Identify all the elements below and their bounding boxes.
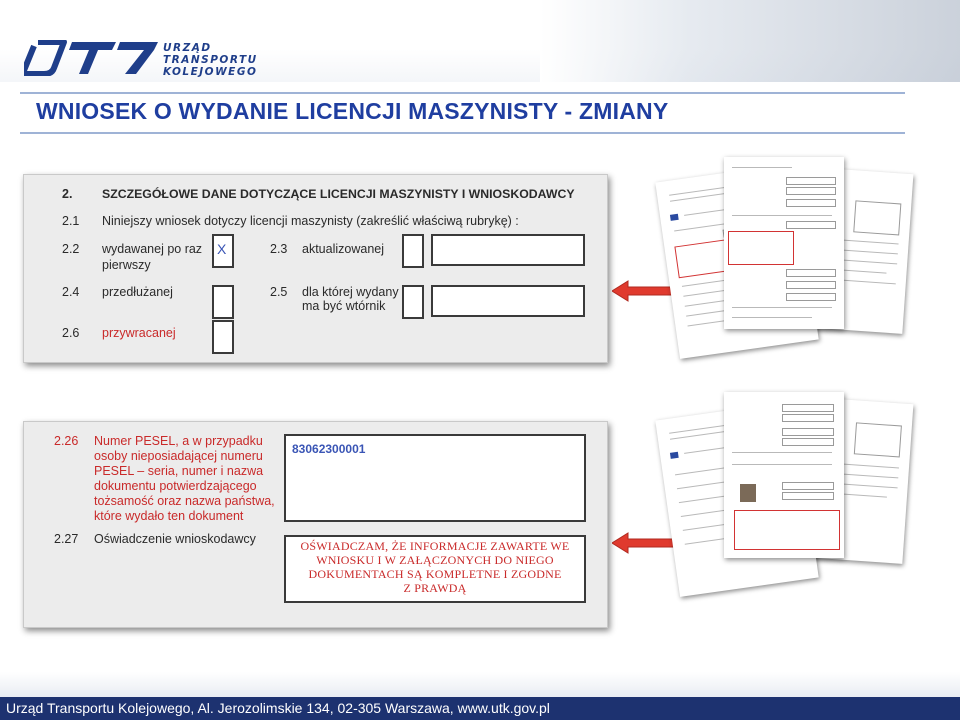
declaration-line-3: DOKUMENTACH SĄ KOMPLETNE I ZGODNE [308, 567, 562, 581]
row-2-3-text: aktualizowanej [302, 242, 384, 256]
form-excerpt-pesel-declaration: 2.26 Numer PESEL, a w przypadku osoby ni… [23, 421, 608, 628]
checkbox-first-issue: X [212, 234, 234, 268]
section-number: 2. [62, 187, 73, 201]
checkbox-extended [212, 285, 234, 319]
utk-logo-icon [24, 40, 158, 76]
declaration-line-1: OŚWIADCZAM, ŻE INFORMACJE ZAWARTE WE [300, 539, 570, 553]
pesel-label-line-4: dokumentu potwierdzającego [94, 479, 257, 493]
pesel-label-line-6: które wydało ten dokument [94, 509, 244, 523]
declaration-line-2: WNIOSKU I W ZAŁĄCZONYCH DO NIEGO [316, 553, 554, 567]
field-updated-details [431, 234, 585, 266]
row-2-4-number: 2.4 [62, 285, 80, 299]
section-title: SZCZEGÓŁOWE DANE DOTYCZĄCE LICENCJI MASZ… [102, 187, 575, 201]
logo-line-3: KOLEJOWEGO [163, 66, 258, 78]
row-2-1-text: Niniejszy wniosek dotyczy licencji maszy… [102, 214, 519, 228]
row-2-5-line2: ma być wtórnik [302, 299, 386, 313]
checkbox-updated [402, 234, 424, 268]
document-thumbnail-page-2 [724, 157, 844, 329]
footer-photo-decoration [0, 672, 960, 698]
row-2-26-number: 2.26 [54, 434, 79, 448]
pesel-label-line-3: PESEL – seria, numer i nazwa [94, 464, 264, 478]
pesel-value: 83062300001 [292, 442, 366, 456]
field-duplicate-details [431, 285, 585, 317]
logo-wordmark: URZĄD TRANSPORTU KOLEJOWEGO [163, 42, 258, 78]
checkbox-mark: X [217, 241, 227, 257]
pesel-field: 83062300001 [284, 434, 586, 522]
row-2-5-line1: dla której wydany [302, 285, 399, 299]
title-rule-top [20, 92, 905, 94]
row-2-2-number: 2.2 [62, 242, 80, 256]
row-2-1-number: 2.1 [62, 214, 80, 228]
title-rule-bottom [20, 132, 905, 134]
row-2-27-number: 2.27 [54, 532, 79, 546]
row-2-2-line2: pierwszy [102, 258, 151, 272]
photo-thumbnail [740, 484, 756, 502]
logo-line-1: URZĄD [163, 42, 212, 54]
row-2-6-text: przywracanej [102, 326, 176, 340]
row-2-2-line1: wydawanej po raz [102, 242, 203, 256]
header-photo-decoration [540, 0, 960, 82]
row-2-27-text: Oświadczenie wnioskodawcy [94, 532, 256, 546]
logo-line-2: TRANSPORTU [163, 54, 258, 66]
pesel-label-line-5: tożsamość oraz nazwa państwa, [94, 494, 275, 508]
pesel-label-line-1: Numer PESEL, a w przypadku [94, 434, 263, 448]
row-2-5-number: 2.5 [270, 285, 288, 299]
footer-bar: Urząd Transportu Kolejowego, Al. Jerozol… [0, 697, 960, 720]
declaration-line-4: Z PRAWDĄ [403, 581, 467, 595]
checkbox-restored [212, 320, 234, 354]
footer-address: Urząd Transportu Kolejowego, Al. Jerozol… [6, 700, 550, 716]
slide-title: WNIOSEK O WYDANIE LICENCJI MASZYNISTY - … [36, 98, 669, 124]
pesel-label-line-2: osoby nieposiadającej numeru [94, 449, 263, 463]
header-band: URZĄD TRANSPORTU KOLEJOWEGO [0, 0, 960, 82]
form-excerpt-section-2: 2. SZCZEGÓŁOWE DANE DOTYCZĄCE LICENCJI M… [23, 174, 608, 363]
checkbox-duplicate [402, 285, 424, 319]
document-thumbnail-page-2 [724, 392, 844, 558]
row-2-4-text: przedłużanej [102, 285, 173, 299]
row-2-6-number: 2.6 [62, 326, 80, 340]
row-2-3-number: 2.3 [270, 242, 288, 256]
declaration-field: OŚWIADCZAM, ŻE INFORMACJE ZAWARTE WE WNI… [284, 535, 586, 603]
